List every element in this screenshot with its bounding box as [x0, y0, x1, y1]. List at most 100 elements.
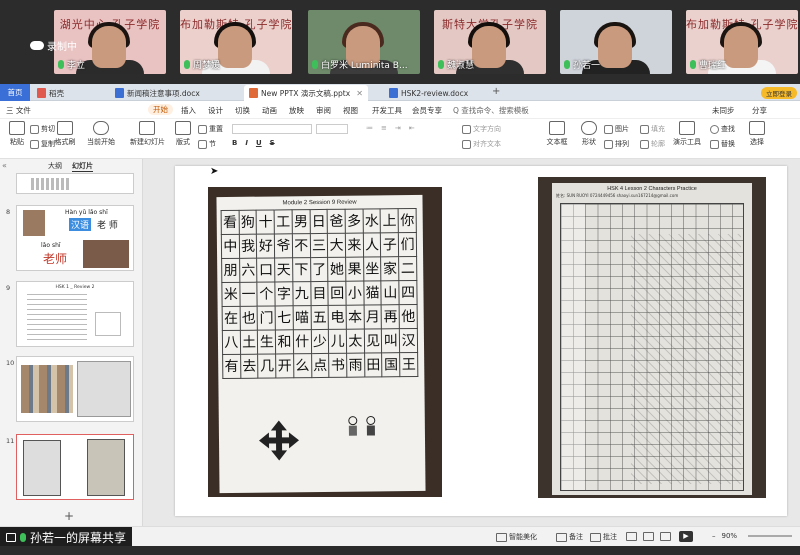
- grid-cell: 狗: [238, 210, 257, 235]
- panel-tabs: « 大纲 幻灯片: [0, 159, 143, 172]
- grid-cell: 什: [293, 329, 312, 354]
- collapse-icon[interactable]: «: [2, 161, 7, 170]
- tab-docer[interactable]: 稻壳: [32, 85, 69, 101]
- zoom-out-icon[interactable]: –: [712, 532, 716, 540]
- close-icon[interactable]: ✕: [356, 89, 363, 98]
- slideshow-play-button[interactable]: ▶: [679, 531, 693, 542]
- bullet-list-icon[interactable]: ≔: [366, 124, 373, 132]
- zoom-slider[interactable]: [748, 535, 792, 537]
- participant-tile[interactable]: 布加勒斯特 孔子学院 周梦媛: [180, 10, 292, 74]
- menu-member[interactable]: 会员专享: [412, 105, 442, 116]
- menu-design[interactable]: 设计: [208, 105, 223, 116]
- outline-button[interactable]: 轮廓: [640, 139, 665, 149]
- menu-slideshow[interactable]: 放映: [289, 105, 304, 116]
- file-menu[interactable]: 三 文件: [6, 105, 31, 116]
- tab-bar: 稻壳 新闻稿注意事项.docx New PPTX 演示文稿.pptx ✕ HSK…: [0, 84, 800, 101]
- shape-button[interactable]: 形状: [572, 121, 606, 147]
- participant-tile[interactable]: 白罗米 Luminita B...: [308, 10, 420, 74]
- slides-tab[interactable]: 幻灯片: [72, 161, 93, 172]
- home-tab[interactable]: 首页: [0, 84, 30, 101]
- slide-thumbnail-9[interactable]: HSK 1 _ Review 2: [16, 281, 134, 347]
- underline-icon[interactable]: U: [256, 139, 262, 147]
- tab-pptx[interactable]: New PPTX 演示文稿.pptx ✕: [244, 85, 368, 101]
- bold-icon[interactable]: B: [232, 139, 237, 147]
- reset-button[interactable]: 重置: [198, 124, 223, 134]
- normal-view-icon[interactable]: [626, 532, 637, 541]
- menu-transition[interactable]: 切换: [235, 105, 250, 116]
- comments-label: 批注: [603, 533, 617, 541]
- tab-hsk2-doc[interactable]: HSK2-review.docx: [384, 85, 473, 101]
- add-slide-button[interactable]: +: [64, 509, 74, 523]
- new-tab-icon[interactable]: +: [492, 86, 500, 97]
- sorter-view-icon[interactable]: [643, 532, 654, 541]
- share-button[interactable]: 分享: [752, 105, 767, 116]
- tab-label: 稻壳: [49, 88, 64, 98]
- slide-number: 10: [6, 359, 15, 367]
- text-direction-button[interactable]: 文字方向: [462, 124, 501, 134]
- outdent-icon[interactable]: ⇤: [409, 124, 415, 132]
- new-slide-button[interactable]: 新建幻灯片: [130, 121, 165, 147]
- menu-animation[interactable]: 动画: [262, 105, 277, 116]
- select-button[interactable]: 选择: [740, 121, 774, 147]
- menu-home[interactable]: 开始: [148, 104, 173, 115]
- arrange-label: 排列: [615, 140, 629, 148]
- slide-thumbnail-8[interactable]: Hàn yǔ lǎo shī 汉语 老 师 lǎo shī 老师: [16, 205, 134, 271]
- italic-icon[interactable]: I: [245, 139, 248, 147]
- notes-label: 备注: [569, 533, 583, 541]
- font-name-select[interactable]: [232, 124, 312, 134]
- slide-thumbnail-7[interactable]: [16, 173, 134, 194]
- grid-row: 八土生和什少儿太见叫汉: [222, 328, 418, 355]
- align-text-button[interactable]: 对齐文本: [462, 139, 501, 149]
- comments-button[interactable]: 批注: [590, 532, 617, 542]
- presenter-tools-button[interactable]: 演示工具: [670, 121, 704, 147]
- mic-icon: [564, 60, 570, 69]
- paragraph-buttons[interactable]: ≔ ≡ ⇥ ⇤: [366, 124, 415, 132]
- view-buttons[interactable]: [626, 532, 671, 541]
- smart-beautify-button[interactable]: 智能美化: [496, 532, 537, 542]
- number-list-icon[interactable]: ≡: [381, 124, 387, 132]
- menu-insert[interactable]: 插入: [181, 105, 196, 116]
- section-button[interactable]: 节: [198, 139, 216, 149]
- participant-name: 李立: [67, 61, 86, 71]
- paste-button[interactable]: 粘贴: [0, 121, 34, 147]
- grid-cell: 有: [222, 354, 241, 379]
- ribbon-toolbar: 粘贴 剪切 复制 格式刷 当前开始 新建幻灯片 版式 重置 节 BIUS ≔ ≡ ⇥…: [0, 119, 800, 159]
- play-current-button[interactable]: 当前开始: [84, 121, 118, 147]
- font-size-select[interactable]: [316, 124, 348, 134]
- notes-button[interactable]: 备注: [556, 532, 583, 542]
- layout-button[interactable]: 版式: [166, 121, 200, 147]
- slide-panel: « 大纲 幻灯片 8 Hàn yǔ lǎo shī 汉语 老 师 lǎo shī…: [0, 159, 143, 526]
- grid-cell: 也: [239, 306, 258, 331]
- slide-thumbnail-10[interactable]: [16, 356, 134, 422]
- indent-icon[interactable]: ⇥: [395, 124, 401, 132]
- text-box-button[interactable]: 文本框: [540, 121, 574, 147]
- pinyin-shi-2: shī: [51, 242, 61, 249]
- arrange-button[interactable]: 排列: [604, 139, 629, 149]
- font-style-buttons[interactable]: BIUS: [232, 139, 275, 147]
- picture-button[interactable]: 图片: [604, 124, 629, 134]
- menu-dev-tools[interactable]: 开发工具: [372, 105, 402, 116]
- format-painter-button[interactable]: 格式刷: [48, 121, 82, 147]
- menu-bar: 三 文件 开始 插入 设计 切换 动画 放映 审阅 视图 开发工具 会员专享 Q…: [0, 101, 800, 119]
- grid-cell: 么: [293, 353, 312, 378]
- slide-thumbnail-11[interactable]: [16, 434, 134, 500]
- sync-status[interactable]: 未同步: [712, 105, 735, 116]
- login-button[interactable]: 立即登录: [761, 87, 797, 99]
- fill-button[interactable]: 填充: [640, 124, 665, 134]
- participant-tile[interactable]: 孙若一: [560, 10, 672, 74]
- participant-tile[interactable]: 布加勒斯特 孔子学院 曹瑞红: [686, 10, 798, 74]
- strikethrough-icon[interactable]: S: [270, 139, 275, 147]
- tab-news-doc[interactable]: 新闻稿注意事项.docx: [110, 85, 205, 101]
- zoom-controls[interactable]: –90%: [712, 532, 737, 540]
- grid-cell: 太: [346, 329, 365, 354]
- menu-review[interactable]: 审阅: [316, 105, 331, 116]
- participant-tile[interactable]: 斯特大学孔子学院魏淑慧: [434, 10, 546, 74]
- command-search[interactable]: Q 查找命令、搜索模板: [453, 105, 529, 116]
- find-button[interactable]: 查找: [710, 124, 735, 134]
- new-slide-label: 新建幻灯片: [130, 138, 165, 146]
- replace-button[interactable]: 替换: [710, 139, 735, 149]
- menu-view[interactable]: 视图: [343, 105, 358, 116]
- recording-indicator[interactable]: 录制中: [30, 38, 77, 53]
- reading-view-icon[interactable]: [660, 532, 671, 541]
- outline-tab[interactable]: 大纲: [48, 161, 62, 171]
